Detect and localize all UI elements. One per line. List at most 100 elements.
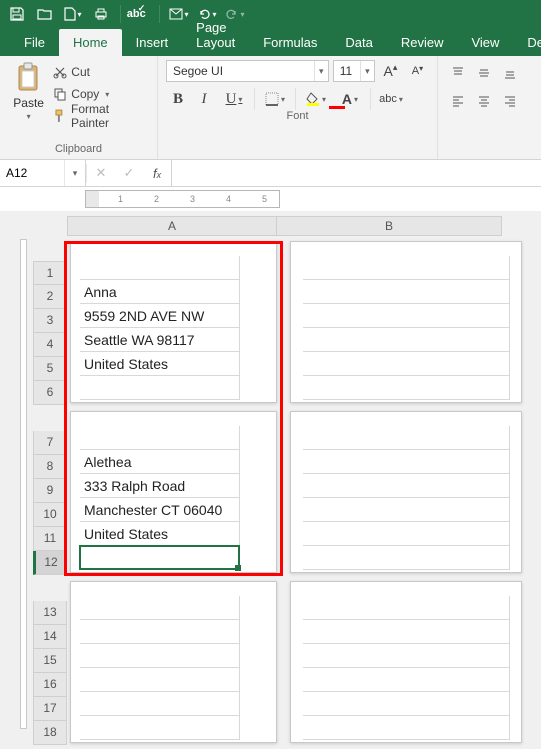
row-header[interactable]: 9 [33,479,67,503]
paste-button[interactable]: Paste ▾ [13,62,44,121]
cell[interactable] [303,304,510,328]
row-header[interactable]: 7 [33,431,67,455]
font-name-combo[interactable]: Segoe UI ▾ [166,60,329,82]
align-left-button[interactable] [446,90,470,112]
cell[interactable] [80,668,240,692]
tab-home[interactable]: Home [59,29,122,56]
align-middle-button[interactable] [472,62,496,84]
format-painter-button[interactable]: Format Painter [53,106,149,126]
save-icon[interactable] [6,3,28,25]
cell[interactable] [80,692,240,716]
row-header[interactable]: 17 [33,697,67,721]
cell[interactable] [303,426,510,450]
cell-range[interactable] [303,596,510,740]
cell[interactable] [80,644,240,668]
cell[interactable] [303,328,510,352]
row-header[interactable]: 15 [33,649,67,673]
row-header[interactable]: 12 [33,551,67,575]
row-header[interactable]: 5 [33,357,67,381]
folder-open-icon[interactable] [34,3,56,25]
quick-print-icon[interactable] [90,3,112,25]
row-header[interactable]: 6 [33,381,67,405]
row-header[interactable]: 11 [33,527,67,551]
cell[interactable] [303,280,510,304]
cut-button[interactable]: Cut [53,62,149,82]
cell-range[interactable] [303,426,510,570]
cell-range[interactable] [303,256,510,400]
cell[interactable] [80,256,240,280]
fill-color-button[interactable]: ▾ [300,88,332,110]
cell[interactable] [303,620,510,644]
row-header[interactable]: 13 [33,601,67,625]
name-box[interactable]: ▾ [0,160,86,186]
align-top-button[interactable] [446,62,470,84]
increase-font-button[interactable]: A▴ [379,60,402,82]
align-bottom-button[interactable] [498,62,522,84]
new-file-icon[interactable]: ▾ [62,3,84,25]
cell[interactable] [303,352,510,376]
redo-icon[interactable]: ▾ [224,3,246,25]
cell[interactable]: Anna [80,280,240,304]
font-color-button[interactable]: A▾ [334,88,366,110]
cell[interactable] [80,620,240,644]
chevron-down-icon[interactable]: ▾ [64,160,85,186]
row-header[interactable]: 10 [33,503,67,527]
tab-insert[interactable]: Insert [122,29,183,56]
cell[interactable] [80,426,240,450]
tab-data[interactable]: Data [331,29,386,56]
cell[interactable]: Manchester CT 06040 [80,498,240,522]
cell[interactable] [303,692,510,716]
row-header[interactable]: 18 [33,721,67,745]
cell[interactable] [303,450,510,474]
borders-button[interactable]: ▾ [259,88,291,110]
cell[interactable]: United States [80,352,240,376]
italic-button[interactable]: I [192,88,216,110]
row-header[interactable]: 8 [33,455,67,479]
cell[interactable] [80,716,240,740]
tab-developer[interactable]: Dev [513,29,541,56]
column-header-b[interactable]: B [277,216,502,236]
fx-icon[interactable]: fx [143,166,171,181]
cell[interactable] [303,716,510,740]
cell[interactable] [303,474,510,498]
underline-button[interactable]: U▾ [218,88,250,110]
cell[interactable]: 333 Ralph Road [80,474,240,498]
cell[interactable] [303,256,510,280]
row-header[interactable]: 1 [33,261,67,285]
cell[interactable]: United States [80,522,240,546]
font-size-combo[interactable]: 11 ▾ [333,60,375,82]
phonetic-guide-button[interactable]: abc▾ [375,88,407,110]
align-center-button[interactable] [472,90,496,112]
cell[interactable] [303,498,510,522]
row-header[interactable]: 4 [33,333,67,357]
cell[interactable] [80,376,240,400]
cell[interactable] [303,596,510,620]
formula-input[interactable] [172,160,541,186]
cell[interactable] [303,546,510,570]
cell-range[interactable] [80,596,240,740]
row-header[interactable]: 14 [33,625,67,649]
copy-button[interactable]: Copy ▾ [53,84,149,104]
row-header[interactable]: 2 [33,285,67,309]
tab-review[interactable]: Review [387,29,458,56]
cell[interactable] [80,596,240,620]
decrease-font-button[interactable]: A▾ [406,60,429,82]
cell[interactable] [303,668,510,692]
cell-range[interactable]: Anna9559 2ND AVE NWSeattle WA 98117Unite… [80,256,240,400]
cell[interactable] [303,522,510,546]
cell[interactable] [303,376,510,400]
cell[interactable]: Seattle WA 98117 [80,328,240,352]
name-box-input[interactable] [0,166,64,180]
row-header[interactable]: 16 [33,673,67,697]
column-header-a[interactable]: A [67,216,277,236]
tab-view[interactable]: View [457,29,513,56]
cell[interactable] [80,546,240,570]
spellcheck-icon[interactable]: abc✓ [129,3,151,25]
cell-range[interactable]: Alethea333 Ralph RoadManchester CT 06040… [80,426,240,570]
tab-formulas[interactable]: Formulas [249,29,331,56]
cell[interactable]: 9559 2ND AVE NW [80,304,240,328]
row-header[interactable]: 3 [33,309,67,333]
cell[interactable]: Alethea [80,450,240,474]
bold-button[interactable]: B [166,88,190,110]
align-right-button[interactable] [498,90,522,112]
